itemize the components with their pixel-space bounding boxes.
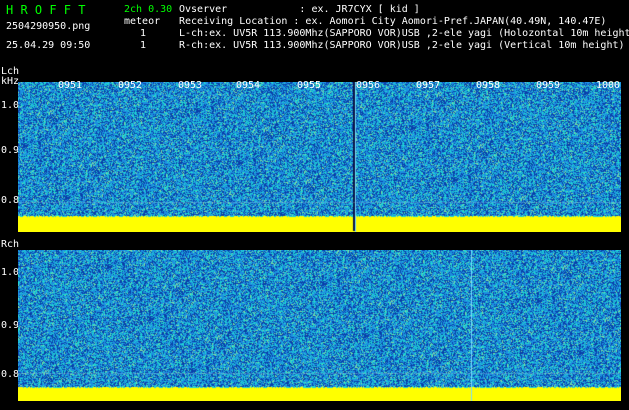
rch-waterfall xyxy=(18,250,621,401)
time-tick: 0958 xyxy=(476,80,501,91)
khz-unit: kHz xyxy=(1,76,20,87)
time-tick: 1000 xyxy=(596,80,621,91)
time-tick: 0959 xyxy=(536,80,561,91)
time-tick: 0953 xyxy=(178,80,203,91)
datetime-label: 25.04.29 09:50 xyxy=(6,40,91,51)
rch-ytick: 1.0 xyxy=(1,267,20,278)
time-tick: 0955 xyxy=(297,80,322,91)
location-info: Receiving Location : ex. Aomori City Aom… xyxy=(179,16,607,27)
time-tick: 0954 xyxy=(236,80,261,91)
rch-count: 1 xyxy=(140,40,147,51)
time-tick: 0951 xyxy=(58,80,83,91)
lch-count: 1 xyxy=(140,28,147,39)
rch-ytick: 0.9 xyxy=(1,320,20,331)
mode-label: meteor xyxy=(124,16,161,27)
observer-info: Ovserver : ex. JR7CYX [ kid ] xyxy=(179,4,420,15)
app-logo: H R O F F T xyxy=(6,3,86,17)
time-tick: 0952 xyxy=(118,80,143,91)
lch-info: L-ch:ex. UV5R 113.900Mhz(SAPPORO VOR)USB… xyxy=(179,28,629,39)
version-label: 2ch 0.30 xyxy=(124,4,173,15)
time-tick: 0956 xyxy=(356,80,381,91)
rch-ytick: 0.8 xyxy=(1,369,20,380)
rch-label: Rch xyxy=(1,239,20,250)
lch-ytick: 0.8 xyxy=(1,195,20,206)
lch-waterfall xyxy=(18,82,621,232)
rch-info: R-ch:ex. UV5R 113.900Mhz(SAPPORO VOR)USB… xyxy=(179,40,625,51)
lch-ytick: 0.9 xyxy=(1,145,20,156)
filename-label: 2504290950.png xyxy=(6,21,91,32)
lch-ytick: 1.0 xyxy=(1,100,20,111)
time-tick: 0957 xyxy=(416,80,441,91)
